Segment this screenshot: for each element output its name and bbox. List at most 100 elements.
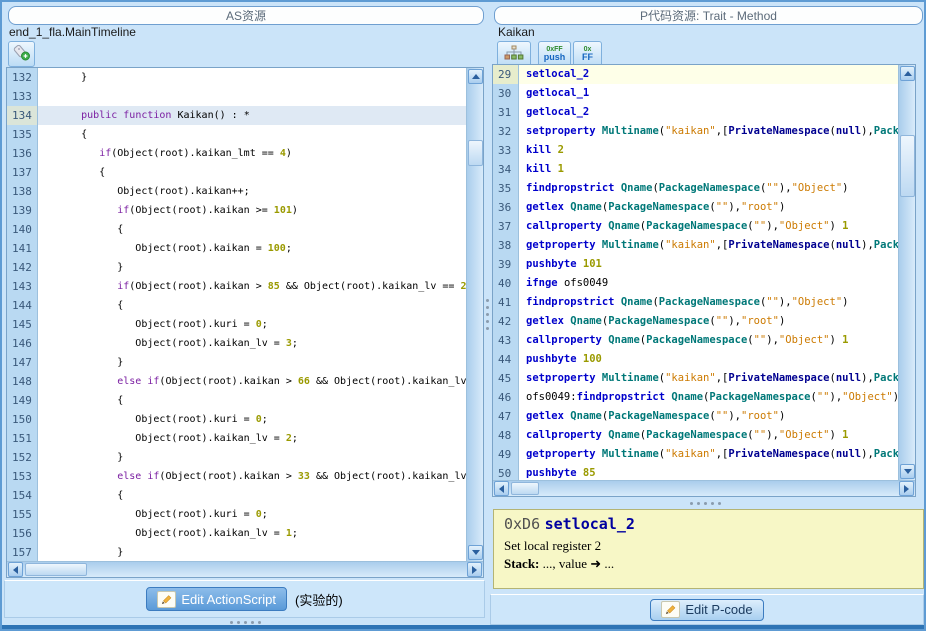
scroll-thumb[interactable]: [25, 563, 87, 576]
code-line[interactable]: 29setlocal_2: [493, 65, 898, 84]
opcode-mnemonic: setlocal_2: [545, 515, 635, 533]
code-line[interactable]: 47getlex Qname(PackageNamespace(""),"roo…: [493, 407, 898, 426]
line-number: 149: [7, 391, 38, 410]
left-splitter-dots[interactable]: [230, 621, 261, 624]
scroll-left-button[interactable]: [8, 562, 23, 577]
code-line[interactable]: 33kill 2: [493, 141, 898, 160]
code-line[interactable]: 32setproperty Multiname("kaikan",[Privat…: [493, 122, 898, 141]
line-number: 46: [493, 388, 519, 407]
as-vertical-scrollbar[interactable]: [466, 68, 483, 561]
line-number: 48: [493, 426, 519, 445]
code-line[interactable]: 144 {: [7, 296, 466, 315]
pcode-editor[interactable]: 29setlocal_230getlocal_131getlocal_232se…: [492, 64, 916, 497]
pencil-icon: [157, 591, 176, 608]
code-line[interactable]: 145 Object(root).kuri = 0;: [7, 315, 466, 334]
code-line[interactable]: 46ofs0049:findpropstrict Qname(PackageNa…: [493, 388, 898, 407]
as-horizontal-scrollbar[interactable]: [7, 561, 483, 577]
code-line[interactable]: 155 Object(root).kuri = 0;: [7, 505, 466, 524]
code-line[interactable]: 135 {: [7, 125, 466, 144]
code-line[interactable]: 134 public function Kaikan() : *: [7, 106, 466, 125]
code-line[interactable]: 154 {: [7, 486, 466, 505]
code-line[interactable]: 43callproperty Qname(PackageNamespace(""…: [493, 331, 898, 350]
as-code-editor[interactable]: 132 }133134 public function Kaikan() : *…: [6, 67, 484, 578]
pcode-vertical-scrollbar[interactable]: [898, 65, 915, 480]
as-panel-title: AS资源: [226, 7, 266, 24]
add-script-button[interactable]: [8, 41, 35, 67]
line-number: 42: [493, 312, 519, 331]
as-code-rows[interactable]: 132 }133134 public function Kaikan() : *…: [7, 68, 466, 561]
code-line[interactable]: 42getlex Qname(PackageNamespace(""),"roo…: [493, 312, 898, 331]
code-line[interactable]: 44pushbyte 100: [493, 350, 898, 369]
code-line[interactable]: 37callproperty Qname(PackageNamespace(""…: [493, 217, 898, 236]
pcode-breadcrumb: Kaikan: [498, 25, 535, 39]
edit-pcode-button[interactable]: Edit P-code: [650, 599, 763, 621]
scroll-right-button[interactable]: [899, 481, 914, 496]
code-line[interactable]: 138 Object(root).kaikan++;: [7, 182, 466, 201]
line-number: 136: [7, 144, 38, 163]
line-number: 150: [7, 410, 38, 429]
code-line[interactable]: 48callproperty Qname(PackageNamespace(""…: [493, 426, 898, 445]
code-line[interactable]: 40ifnge ofs0049: [493, 274, 898, 293]
code-line[interactable]: 157 }: [7, 543, 466, 561]
code-line[interactable]: 137 {: [7, 163, 466, 182]
scroll-right-button[interactable]: [467, 562, 482, 577]
line-number: 34: [493, 160, 519, 179]
code-line[interactable]: 141 Object(root).kaikan = 100;: [7, 239, 466, 258]
edit-actionscript-button[interactable]: Edit ActionScript: [146, 587, 287, 611]
line-number: 139: [7, 201, 38, 220]
pcode-rows[interactable]: 29setlocal_230getlocal_131getlocal_232se…: [493, 65, 898, 480]
code-line[interactable]: 142 }: [7, 258, 466, 277]
line-number: 142: [7, 258, 38, 277]
line-number: 37: [493, 217, 519, 236]
scroll-left-button[interactable]: [494, 481, 509, 496]
code-line[interactable]: 156 Object(root).kaikan_lv = 1;: [7, 524, 466, 543]
code-line[interactable]: 151 Object(root).kaikan_lv = 2;: [7, 429, 466, 448]
tag-add-icon: [13, 45, 31, 64]
code-line[interactable]: 41findpropstrict Qname(PackageNamespace(…: [493, 293, 898, 312]
edit-actionscript-label: Edit ActionScript: [181, 592, 276, 607]
line-number: 29: [493, 65, 519, 84]
code-line[interactable]: 35findpropstrict Qname(PackageNamespace(…: [493, 179, 898, 198]
line-number: 35: [493, 179, 519, 198]
code-line[interactable]: 39pushbyte 101: [493, 255, 898, 274]
line-number: 49: [493, 445, 519, 464]
code-line[interactable]: 152 }: [7, 448, 466, 467]
code-line[interactable]: 30getlocal_1: [493, 84, 898, 103]
code-line[interactable]: 149 {: [7, 391, 466, 410]
code-line[interactable]: 136 if(Object(root).kaikan_lmt == 4): [7, 144, 466, 163]
as-panel-header: AS资源: [8, 6, 484, 25]
code-line[interactable]: 153 else if(Object(root).kaikan > 33 && …: [7, 467, 466, 486]
scroll-thumb[interactable]: [900, 135, 915, 197]
code-line[interactable]: 143 if(Object(root).kaikan > 85 && Objec…: [7, 277, 466, 296]
code-line[interactable]: 38getproperty Multiname("kaikan",[Privat…: [493, 236, 898, 255]
scroll-thumb[interactable]: [468, 140, 483, 166]
pcode-horizontal-scrollbar[interactable]: [493, 480, 915, 496]
code-line[interactable]: 150 Object(root).kuri = 0;: [7, 410, 466, 429]
code-line[interactable]: 31getlocal_2: [493, 103, 898, 122]
scroll-down-button[interactable]: [468, 545, 483, 560]
push-button-bottom-label: push: [544, 53, 566, 62]
code-line[interactable]: 147 }: [7, 353, 466, 372]
code-line[interactable]: 133: [7, 87, 466, 106]
code-line[interactable]: 140 {: [7, 220, 466, 239]
code-line[interactable]: 45setproperty Multiname("kaikan",[Privat…: [493, 369, 898, 388]
line-number: 38: [493, 236, 519, 255]
line-number: 144: [7, 296, 38, 315]
scroll-up-button[interactable]: [468, 69, 483, 84]
code-line[interactable]: 49getproperty Multiname("kaikan",[Privat…: [493, 445, 898, 464]
code-line[interactable]: 139 if(Object(root).kaikan >= 101): [7, 201, 466, 220]
code-line[interactable]: 34kill 1: [493, 160, 898, 179]
line-number: 152: [7, 448, 38, 467]
code-line[interactable]: 148 else if(Object(root).kaikan > 66 && …: [7, 372, 466, 391]
scroll-down-button[interactable]: [900, 464, 915, 479]
scroll-thumb[interactable]: [511, 482, 539, 495]
instruction-info-box: 0xD6 setlocal_2 Set local register 2 Sta…: [493, 509, 924, 589]
code-line[interactable]: 146 Object(root).kaikan_lv = 3;: [7, 334, 466, 353]
code-line[interactable]: 36getlex Qname(PackageNamespace(""),"roo…: [493, 198, 898, 217]
code-line[interactable]: 50pushbyte 85: [493, 464, 898, 480]
line-number: 143: [7, 277, 38, 296]
code-line[interactable]: 132 }: [7, 68, 466, 87]
panel-splitter-handle[interactable]: [486, 299, 489, 330]
scroll-up-button[interactable]: [900, 66, 915, 81]
right-splitter-dots[interactable]: [690, 502, 721, 505]
